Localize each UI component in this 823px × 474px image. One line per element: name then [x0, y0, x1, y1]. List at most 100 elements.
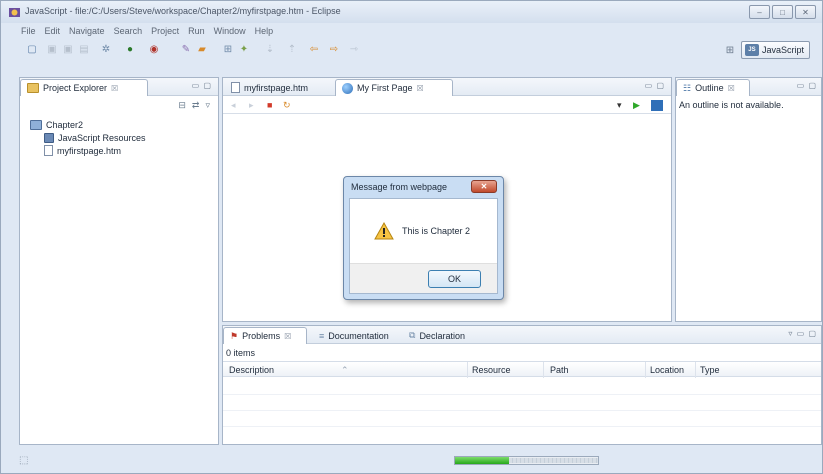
- tab-project-explorer[interactable]: Project Explorer ☒: [20, 79, 148, 96]
- tab-declaration[interactable]: ⧉ Declaration: [403, 327, 471, 344]
- table-gridline: [223, 394, 821, 395]
- back-icon[interactable]: ⇦: [307, 43, 321, 56]
- menu-project[interactable]: Project: [151, 26, 179, 36]
- minimize-maximize-icon[interactable]: ▭ ▢: [192, 81, 212, 90]
- tree-item-project[interactable]: Chapter2: [30, 118, 146, 131]
- column-resource[interactable]: Resource: [472, 365, 511, 375]
- run-icon[interactable]: ●: [123, 43, 137, 56]
- open-type-icon[interactable]: ⊞: [221, 43, 235, 56]
- web-browser-icon[interactable]: [651, 100, 663, 111]
- save-icon[interactable]: ▣: [45, 43, 59, 56]
- project-explorer-toolbar: ⊟ ⇄ ▿: [178, 100, 210, 111]
- close-icon[interactable]: ☒: [284, 332, 291, 341]
- dropdown-icon[interactable]: ▾: [617, 100, 622, 111]
- close-icon[interactable]: ☒: [417, 84, 424, 93]
- save-all-icon[interactable]: ▣: [61, 43, 75, 56]
- forward-icon[interactable]: ⇨: [327, 43, 341, 56]
- fast-view-icon[interactable]: ⬚: [19, 455, 28, 466]
- close-window-button[interactable]: ✕: [795, 5, 816, 19]
- dialog-body: This is Chapter 2 OK: [349, 198, 498, 294]
- new-wizard-icon[interactable]: ✎: [179, 43, 193, 56]
- menu-edit[interactable]: Edit: [45, 26, 61, 36]
- collapse-all-icon[interactable]: ⊟: [178, 100, 186, 111]
- debug-icon[interactable]: ✲: [99, 43, 113, 56]
- perspective-label: JavaScript: [761, 45, 804, 55]
- tab-documentation[interactable]: ≡ Documentation: [313, 327, 395, 344]
- documentation-icon: ≡: [319, 330, 325, 341]
- forward-nav-icon[interactable]: ▸: [249, 100, 254, 111]
- link-editor-icon[interactable]: ⇄: [192, 100, 200, 111]
- tab-problems[interactable]: ⚑ Problems ☒: [223, 327, 307, 344]
- window-controls: – □ ✕: [749, 5, 816, 19]
- tab-my-first-page[interactable]: My First Page ☒: [335, 79, 453, 96]
- new-icon[interactable]: ▢: [25, 43, 39, 56]
- open-perspective-icon[interactable]: ⊞: [723, 44, 737, 56]
- dialog-close-button[interactable]: ✕: [471, 180, 497, 193]
- search-toolbar-icon[interactable]: ✦: [237, 43, 251, 56]
- tab-label: myfirstpage.htm: [244, 82, 309, 93]
- tab-label: My First Page: [357, 83, 413, 93]
- stop-icon[interactable]: ■: [267, 100, 272, 110]
- tab-outline[interactable]: ☷ Outline ☒: [676, 79, 750, 96]
- tab-label: Problems: [242, 331, 281, 341]
- javascript-icon: JS: [744, 44, 759, 56]
- outline-panel: ☷ Outline ☒ ▭ ▢ An outline is not availa…: [675, 77, 822, 322]
- main-toolbar: ▢ ▣ ▣ ▤ ✲ ● ◉ ✎ ▰ ⊞ ✦ ⇣ ⇡ ⇦ ⇨ ⇾ ⊞ JS Jav…: [1, 39, 822, 61]
- progress-fill: [455, 457, 510, 464]
- outline-icon: ☷: [683, 82, 692, 93]
- view-menu-icon[interactable]: ▿: [205, 100, 210, 111]
- go-icon[interactable]: ▶: [633, 100, 640, 111]
- menu-bar: File Edit Navigate Search Project Run Wi…: [1, 23, 822, 39]
- html-file-icon: [44, 145, 53, 156]
- back-nav-icon[interactable]: ◂: [231, 100, 236, 111]
- library-icon: [44, 132, 54, 143]
- column-path[interactable]: Path: [550, 365, 569, 375]
- dialog-title: Message from webpage: [351, 182, 448, 192]
- tree-item-file[interactable]: myfirstpage.htm: [30, 144, 146, 157]
- column-divider[interactable]: [467, 362, 468, 378]
- last-edit-icon[interactable]: ⇾: [347, 43, 361, 56]
- column-location[interactable]: Location: [650, 365, 684, 375]
- annotation-next-icon[interactable]: ⇣: [263, 43, 277, 56]
- annotation-prev-icon[interactable]: ⇡: [285, 43, 299, 56]
- progress-remaining: [509, 458, 598, 463]
- minimize-maximize-icon[interactable]: ▭ ▢: [645, 81, 665, 90]
- table-gridline: [223, 410, 821, 411]
- editor-tabbar: myfirstpage.htm My First Page ☒ ▭ ▢: [223, 78, 671, 96]
- column-type[interactable]: Type: [700, 365, 720, 375]
- refresh-icon[interactable]: ↻: [283, 100, 291, 111]
- column-description[interactable]: Description: [229, 365, 274, 375]
- menu-help[interactable]: Help: [255, 26, 274, 36]
- progress-bar: [454, 456, 599, 465]
- ok-button[interactable]: OK: [428, 270, 481, 288]
- minimize-maximize-icon[interactable]: ▭ ▢: [797, 81, 817, 90]
- column-divider[interactable]: [543, 362, 544, 378]
- menu-file[interactable]: File: [21, 26, 36, 36]
- status-bar: ⬚: [1, 447, 822, 473]
- menu-navigate[interactable]: Navigate: [69, 26, 105, 36]
- close-icon[interactable]: ☒: [728, 84, 735, 93]
- column-divider[interactable]: [695, 362, 696, 378]
- tab-label: Documentation: [328, 330, 389, 341]
- maximize-button[interactable]: □: [772, 5, 793, 19]
- minimize-button[interactable]: –: [749, 5, 770, 19]
- external-tools-icon[interactable]: ◉: [147, 43, 161, 56]
- javascript-perspective-button[interactable]: JS JavaScript: [740, 41, 810, 59]
- tree-item-js-resources[interactable]: JavaScript Resources: [30, 131, 146, 144]
- view-menu-minimize-maximize-icon[interactable]: ▿ ▭ ▢: [788, 329, 817, 338]
- menu-window[interactable]: Window: [214, 26, 246, 36]
- column-divider[interactable]: [645, 362, 646, 378]
- print-icon[interactable]: ▤: [77, 43, 91, 56]
- dialog-footer: OK: [350, 263, 497, 293]
- tab-myfirstpage-htm[interactable]: myfirstpage.htm: [225, 79, 331, 96]
- close-icon[interactable]: ☒: [111, 84, 118, 93]
- menu-search[interactable]: Search: [114, 26, 143, 36]
- eclipse-app-icon: [9, 8, 20, 17]
- menu-run[interactable]: Run: [188, 26, 205, 36]
- open-folder-icon[interactable]: ▰: [195, 43, 209, 56]
- sort-indicator-icon: ⌃: [341, 365, 349, 375]
- warning-icon: [374, 222, 394, 240]
- perspective-switcher: ⊞ JS JavaScript: [723, 41, 810, 59]
- problems-tabbar: ⚑ Problems ☒ ≡ Documentation ⧉ Declarati…: [223, 326, 821, 344]
- project-explorer-panel: Project Explorer ☒ ▭ ▢ ⊟ ⇄ ▿ Chapter2 Ja…: [19, 77, 219, 445]
